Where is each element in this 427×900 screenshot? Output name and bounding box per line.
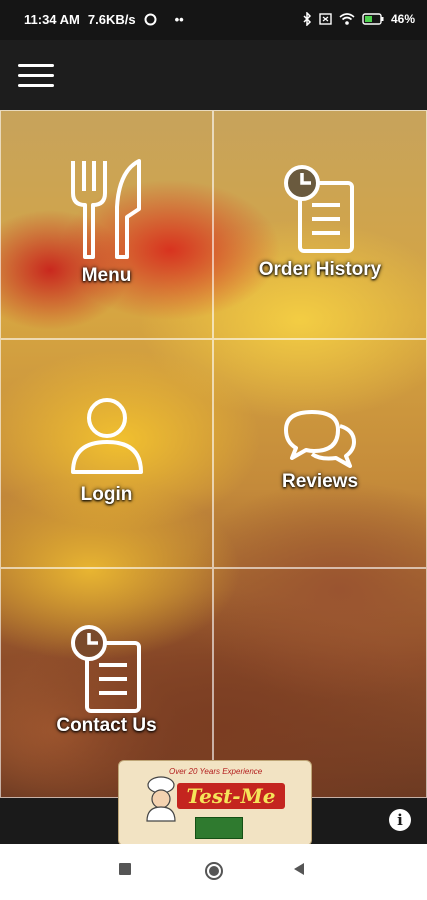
wifi-icon: [339, 13, 355, 25]
back-triangle-icon[interactable]: [292, 862, 306, 881]
tile-login[interactable]: Login: [0, 339, 213, 568]
tile-label: Contact Us: [56, 715, 157, 736]
chat-bubbles-icon: [284, 410, 356, 468]
food-background: Menu Order History Login Reviews Contact…: [0, 110, 427, 798]
fork-knife-icon: [70, 159, 141, 259]
tile-label: Login: [80, 484, 133, 505]
award-badge: [195, 817, 243, 839]
sim-icon: [319, 13, 332, 25]
battery-icon: [362, 13, 384, 25]
tile-order-history[interactable]: Order History: [213, 110, 427, 339]
tile-reviews[interactable]: Reviews: [213, 339, 427, 568]
info-icon[interactable]: i: [389, 809, 411, 831]
tile-label: Order History: [258, 259, 382, 280]
dashboard-grid: Menu Order History Login Reviews Contact…: [0, 110, 427, 798]
user-icon: [70, 398, 143, 474]
clock-document-icon: [70, 625, 141, 713]
restaurant-logo: Over 20 Years Experience Test-Me: [118, 760, 312, 846]
tile-label: Reviews: [281, 471, 359, 492]
spinner-icon: [144, 13, 157, 26]
network-speed: 7.6KB/s: [87, 12, 136, 27]
recents-square-icon[interactable]: [118, 862, 132, 881]
app-bar: [0, 40, 427, 110]
tile-menu[interactable]: Menu: [0, 110, 213, 339]
status-bar: 11:34 AM 7.6KB/s •• 46%: [0, 0, 427, 40]
clock-document-icon: [284, 165, 354, 253]
battery-percent: 46%: [390, 12, 415, 26]
chef-icon: [146, 776, 176, 822]
status-time: 11:34 AM: [24, 12, 80, 27]
logo-tagline: Over 20 Years Experience: [169, 767, 263, 776]
logo-name: Test-Me: [177, 783, 285, 809]
tile-label: Menu: [81, 265, 132, 286]
system-nav-bar: [0, 844, 427, 900]
more-dots: ••: [174, 12, 184, 27]
hamburger-icon[interactable]: [18, 64, 54, 88]
bluetooth-icon: [303, 12, 312, 26]
home-circle-icon[interactable]: [204, 861, 224, 886]
